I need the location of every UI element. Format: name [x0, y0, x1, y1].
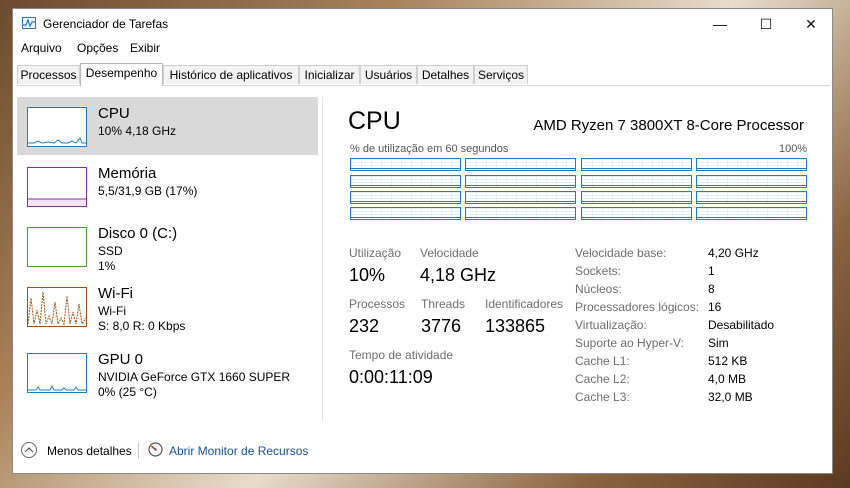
core-graph [465, 158, 576, 171]
resource-detail: SSD [98, 244, 123, 258]
task-manager-icon [22, 17, 36, 29]
resource-memory[interactable]: Memória 5,5/31,9 GB (17%) [17, 157, 318, 215]
resource-detail: NVIDIA GeForce GTX 1660 SUPER [98, 370, 291, 384]
core-graph [465, 191, 576, 204]
task-manager-window: Gerenciador de Tarefas — ☐ ✕ Arquivo Opç… [12, 8, 833, 474]
menu-exibir[interactable]: Exibir [130, 41, 160, 55]
threads-label: Threads [421, 297, 466, 311]
tab-inicializar[interactable]: Inicializar [299, 65, 360, 84]
gpu-thumbnail-graph [27, 353, 87, 393]
graph-axis-max: 100% [779, 143, 808, 155]
spec-value: Sim [708, 336, 729, 350]
tab-detalhes[interactable]: Detalhes [417, 65, 474, 84]
tab-processos[interactable]: Processos [17, 65, 80, 84]
resource-cpu[interactable]: CPU 10% 4,18 GHz [17, 97, 318, 155]
speed-label: Velocidade [420, 246, 479, 260]
spec-value: 4,20 GHz [708, 246, 759, 260]
tab-servicos[interactable]: Serviços [474, 65, 528, 84]
tab-usuarios[interactable]: Usuários [360, 65, 417, 84]
utilization-label: Utilização [349, 246, 402, 260]
core-graph [696, 175, 807, 188]
graph-axis-label: % de utilização em 60 segundos [350, 143, 509, 155]
core-graph [581, 207, 692, 220]
core-graph [350, 207, 461, 220]
resource-detail: 5,5/31,9 GB (17%) [98, 184, 198, 198]
less-details-button[interactable]: Menos detalhes [47, 444, 132, 458]
utilization-value: 10% [349, 265, 386, 285]
handles-label: Identificadores [485, 297, 564, 311]
resource-detail: S: 8,0 R: 0 Kbps [98, 319, 186, 333]
resource-detail: Wi-Fi [98, 304, 126, 318]
window-title: Gerenciador de Tarefas [43, 17, 169, 31]
uptime-value: 0:00:11:09 [349, 367, 433, 387]
spec-value: 512 KB [708, 354, 748, 368]
spec-value: 32,0 MB [708, 390, 753, 404]
resource-name: Wi-Fi [98, 285, 133, 302]
core-graph [465, 207, 576, 220]
spec-value: 1 [708, 264, 715, 278]
chevron-up-icon[interactable] [21, 442, 37, 458]
spec-label: Velocidade base: [575, 246, 667, 260]
resource-monitor-icon[interactable] [148, 442, 163, 457]
close-button[interactable]: ✕ [788, 9, 834, 39]
spec-label: Cache L2: [575, 372, 630, 386]
menu-arquivo[interactable]: Arquivo [21, 41, 62, 55]
uptime-label: Tempo de atividade [349, 348, 454, 362]
core-graph [350, 158, 461, 171]
core-graph [581, 158, 692, 171]
spec-label: Virtualização: [575, 318, 647, 332]
core-graph [350, 191, 461, 204]
resource-name: Disco 0 (C:) [98, 225, 178, 242]
processes-label: Processos [349, 297, 406, 311]
resource-detail: 10% 4,18 GHz [98, 124, 177, 138]
cpu-model: AMD Ryzen 7 3800XT 8-Core Processor [533, 117, 804, 134]
resource-detail: 0% (25 °C) [98, 385, 157, 399]
tab-desempenho[interactable]: Desempenho [80, 63, 163, 86]
core-graph [581, 175, 692, 188]
minimize-button[interactable]: — [697, 9, 743, 39]
resource-gpu[interactable]: GPU 0 NVIDIA GeForce GTX 1660 SUPER 0% (… [17, 343, 318, 401]
detail-title: CPU [348, 107, 401, 135]
resource-name: CPU [98, 105, 130, 122]
resource-wifi[interactable]: Wi-Fi Wi-Fi S: 8,0 R: 0 Kbps [17, 277, 318, 335]
spec-label: Núcleos: [575, 282, 622, 296]
wifi-thumbnail-graph [27, 287, 87, 327]
resource-detail: 1% [98, 259, 116, 273]
maximize-button[interactable]: ☐ [743, 9, 789, 39]
tab-strip: Processos Desempenho Histórico de aplica… [17, 63, 830, 86]
spec-value: 4,0 MB [708, 372, 747, 386]
resource-name: GPU 0 [98, 351, 144, 368]
disk-thumbnail-graph [27, 227, 87, 267]
pane-divider[interactable] [322, 97, 323, 422]
spec-label: Cache L1: [575, 354, 630, 368]
core-graph [696, 158, 807, 171]
spec-label: Suporte ao Hyper-V: [575, 336, 684, 350]
spec-value: 8 [708, 282, 715, 296]
core-graph [350, 175, 461, 188]
core-graph [465, 175, 576, 188]
resource-disk[interactable]: Disco 0 (C:) SSD 1% [17, 217, 318, 275]
spec-value: Desabilitado [708, 318, 775, 332]
menu-opcoes[interactable]: Opções [77, 41, 118, 55]
resource-name: Memória [98, 165, 157, 182]
handles-value: 133865 [485, 316, 546, 336]
core-graph [696, 191, 807, 204]
processes-value: 232 [349, 316, 380, 336]
resource-list: CPU 10% 4,18 GHz Memória 5,5/31,9 GB (17… [17, 97, 320, 422]
memory-thumbnail-graph [27, 167, 87, 207]
tab-historico[interactable]: Histórico de aplicativos [163, 65, 299, 84]
footer-separator [138, 442, 139, 459]
spec-value: 16 [708, 300, 722, 314]
speed-value: 4,18 GHz [420, 265, 497, 285]
title-bar[interactable]: Gerenciador de Tarefas — ☐ ✕ [13, 9, 832, 39]
core-graph [581, 191, 692, 204]
spec-label: Cache L3: [575, 390, 630, 404]
threads-value: 3776 [421, 316, 462, 336]
core-graph [696, 207, 807, 220]
cpu-thumbnail-graph [27, 107, 87, 147]
footer-bar: Menos detalhes Abrir Monitor de Recursos [13, 437, 832, 473]
spec-label: Sockets: [575, 264, 622, 278]
resource-monitor-link[interactable]: Abrir Monitor de Recursos [169, 444, 308, 458]
spec-label: Processadores lógicos: [575, 300, 700, 314]
